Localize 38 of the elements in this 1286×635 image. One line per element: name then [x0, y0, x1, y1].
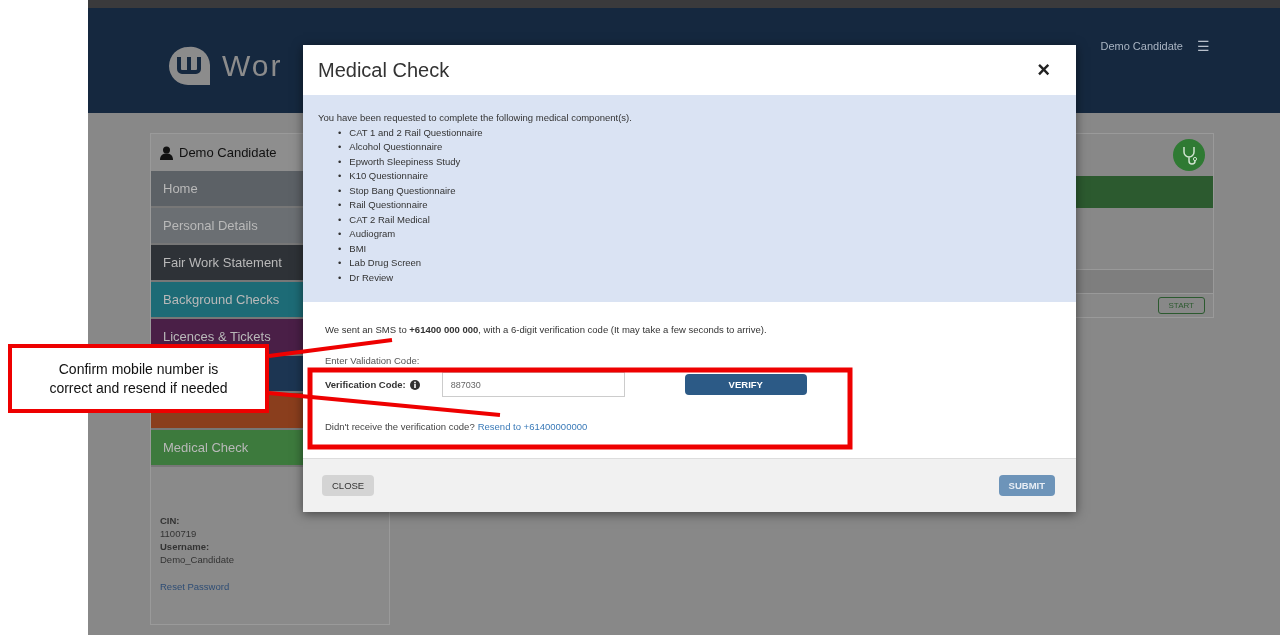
enter-code-label: Enter Validation Code:: [325, 355, 421, 366]
sms-message: We sent an SMS to +61400 000 000, with a 6-digit verification code (It may take a few seconds to arrive).: [325, 324, 768, 335]
user-name[interactable]: Demo Candidate: [1100, 40, 1183, 52]
component-item: Epworth Sleepiness Study: [349, 155, 461, 168]
component-item: CAT 1 and 2 Rail Questionnaire: [349, 126, 483, 139]
modal-title: Medical Check: [318, 58, 450, 82]
resend-prompt: Didn't receive the verification code?: [325, 421, 475, 432]
component-item: Alcohol Questionnaire: [349, 141, 443, 154]
bullet-mark: •: [338, 155, 342, 168]
bullet-mark: •: [338, 228, 342, 241]
detail-label: CIN:: [160, 515, 181, 526]
info-icon[interactable]: [409, 379, 420, 390]
code-input-field[interactable]: 887030: [441, 372, 625, 397]
bullet-mark: •: [338, 257, 342, 270]
callout-text: Confirm mobile number is correct and resend if needed: [48, 359, 229, 398]
detail-label: Username:: [160, 541, 211, 552]
bullet-mark: •: [338, 184, 342, 197]
verify-button[interactable]: VERIFY: [684, 374, 807, 395]
menu-icon[interactable]: ☰: [1197, 38, 1210, 54]
detail-value: Demo_Candidate: [160, 554, 235, 565]
stethoscope-icon: [1173, 139, 1205, 171]
sidebar-user-name: Demo Candidate: [179, 145, 277, 160]
code-label: Verification Code:: [325, 379, 406, 390]
bullet-mark: •: [338, 170, 342, 183]
bullet-mark: •: [338, 141, 342, 154]
submit-button[interactable]: SUBMIT: [998, 475, 1055, 496]
resend-link[interactable]: Resend to +61400000000: [477, 421, 588, 432]
bullet-mark: •: [338, 126, 342, 139]
bullet-mark: •: [338, 271, 342, 284]
person-icon: [160, 145, 173, 160]
logo-text: Wor: [222, 49, 283, 83]
close-button[interactable]: CLOSE: [322, 475, 375, 496]
intro-text: You have been requested to complete the following medical component(s).: [318, 111, 633, 125]
bullet-mark: •: [338, 213, 342, 226]
bullet-mark: •: [338, 242, 342, 255]
component-item: BMI: [349, 242, 367, 255]
reset-password-link[interactable]: Reset Password: [160, 581, 380, 592]
detail-value: 1100719: [160, 528, 198, 539]
